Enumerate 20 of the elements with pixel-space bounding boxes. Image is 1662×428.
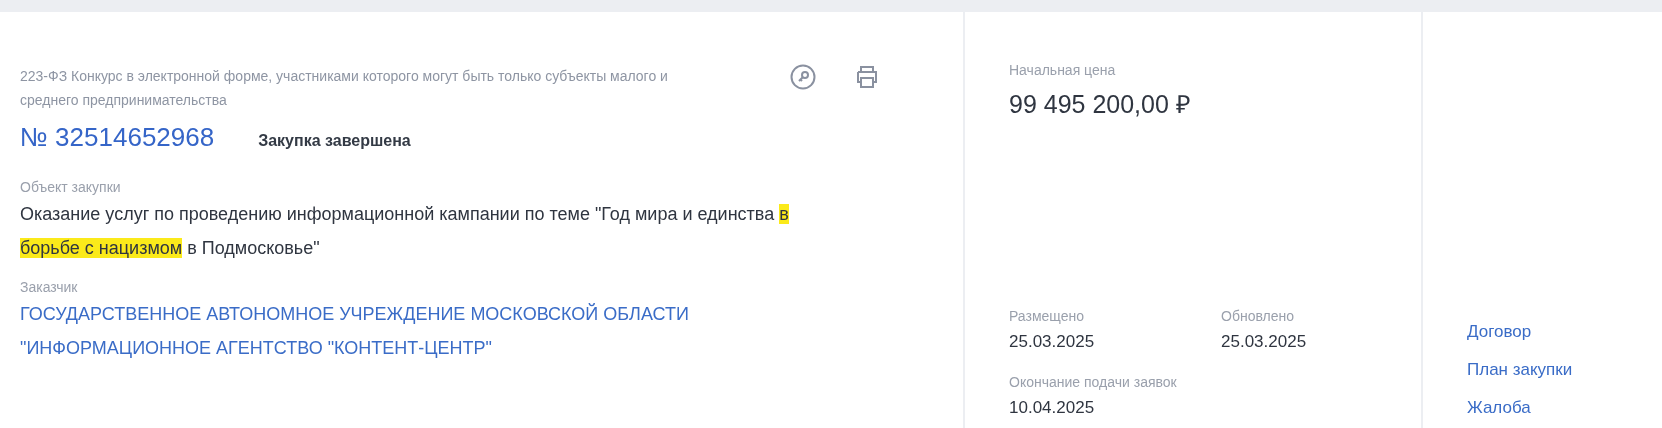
price-value: 99 495 200,00 ₽	[1009, 89, 1192, 120]
status-label: Закупка завершена	[258, 132, 411, 150]
date-label: Окончание подачи заявок	[1009, 374, 1178, 390]
purchase-number: № 32514652968	[20, 122, 215, 153]
field-label: Заказчик	[20, 279, 79, 295]
date-value: 25.03.2025	[1009, 332, 1096, 352]
procurement-type: 223-ФЗ Конкурс в электронной форме, участниками которого могут быть только субъекты малого и среднего предпринимательства	[20, 67, 669, 110]
date-value: 25.03.2025	[1221, 332, 1308, 352]
document-link[interactable]: Договор	[1467, 322, 1662, 342]
document-link[interactable]: Жалоба	[1467, 398, 1662, 418]
print-icon[interactable]	[854, 64, 880, 90]
key-icon[interactable]	[790, 64, 816, 90]
purchase-description: Оказание услуг по проведению информационной кампании по теме "Год мира и единства в борьбе с нацизмом в Подмосковье"	[20, 203, 790, 260]
customer-link[interactable]: ГОСУДАРСТВЕННОЕ АВТОНОМНОЕ УЧРЕЖДЕНИЕ МОСКОВСКОЙ ОБЛАСТИ "ИНФОРМАЦИОННОЕ АГЕНТСТВО "КОНТЕНТ-ЦЕНТР"	[20, 297, 820, 365]
document-link[interactable]: План закупки	[1467, 360, 1662, 380]
price-label: Начальная цена	[1009, 62, 1117, 78]
field-label: Объект закупки	[20, 179, 122, 195]
date-value: 10.04.2025	[1009, 398, 1096, 418]
date-label: Размещено	[1009, 308, 1085, 324]
date-label: Обновлено	[1221, 308, 1295, 324]
